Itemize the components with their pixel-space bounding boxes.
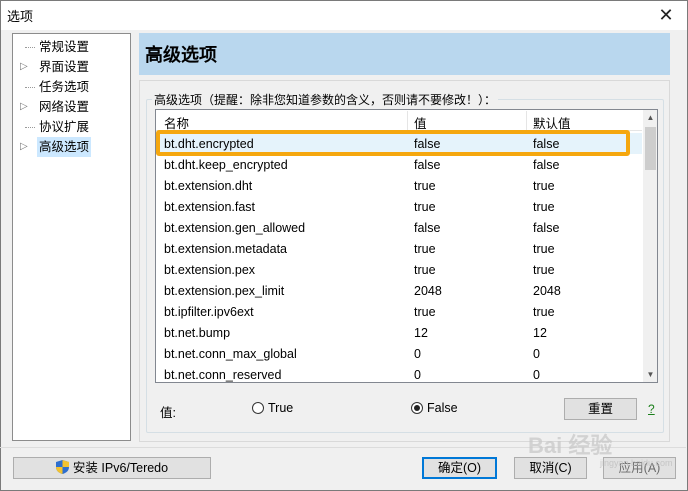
table-row[interactable]: bt.extension.dht true true bbox=[156, 175, 642, 196]
table-row[interactable]: bt.extension.metadata true true bbox=[156, 238, 642, 259]
close-icon[interactable]: ✕ bbox=[651, 2, 681, 28]
vertical-scrollbar[interactable]: ▲ ▼ bbox=[643, 110, 657, 382]
sidebar-tree: 常规设置 ▷ 界面设置 任务选项 ▷ 网络设置 协议扩展 ▷ 高级选项 bbox=[12, 33, 131, 441]
option-value: 0 bbox=[414, 368, 421, 382]
scroll-down-icon[interactable]: ▼ bbox=[643, 367, 657, 382]
sidebar-item-label: 高级选项 bbox=[37, 137, 92, 157]
column-divider[interactable] bbox=[526, 111, 527, 130]
scroll-up-icon[interactable]: ▲ bbox=[643, 110, 657, 125]
option-default: 2048 bbox=[533, 284, 561, 298]
option-default: 0 bbox=[533, 347, 540, 361]
table-row[interactable]: bt.extension.pex true true bbox=[156, 259, 642, 280]
option-value: true bbox=[414, 263, 436, 277]
window-title: 选项 bbox=[7, 9, 34, 24]
sidebar-item-advanced[interactable]: ▷ 高级选项 bbox=[13, 137, 130, 157]
option-value: false bbox=[414, 221, 441, 235]
chevron-right-icon[interactable]: ▷ bbox=[20, 57, 30, 77]
sidebar-item-label: 界面设置 bbox=[39, 60, 90, 74]
reset-button[interactable]: 重置 bbox=[564, 398, 637, 420]
sidebar-item-label: 协议扩展 bbox=[39, 120, 90, 134]
option-name: bt.extension.metadata bbox=[164, 242, 287, 256]
option-value: 2048 bbox=[414, 284, 442, 298]
option-default: false bbox=[533, 221, 560, 235]
title-bar: 选项 ✕ bbox=[1, 1, 687, 30]
list-header: 名称 值 默认值 bbox=[156, 110, 642, 131]
option-value: true bbox=[414, 200, 436, 214]
option-value: false bbox=[414, 158, 441, 172]
table-row[interactable]: bt.extension.fast true true bbox=[156, 196, 642, 217]
column-divider[interactable] bbox=[407, 111, 408, 130]
help-link[interactable]: ? bbox=[648, 402, 655, 416]
sidebar-item-label: 网络设置 bbox=[39, 100, 90, 114]
ok-button[interactable]: 确定(O) bbox=[422, 457, 497, 479]
option-value: true bbox=[414, 179, 436, 193]
option-name: bt.dht.keep_encrypted bbox=[164, 158, 288, 172]
option-name: bt.extension.pex_limit bbox=[164, 284, 285, 298]
highlight-annotation bbox=[156, 130, 630, 156]
sidebar-item-interface[interactable]: ▷ 界面设置 bbox=[13, 57, 130, 77]
option-name: bt.extension.fast bbox=[164, 200, 256, 214]
radio-false-circle[interactable] bbox=[411, 402, 423, 414]
option-value: true bbox=[414, 305, 436, 319]
sidebar-item-network[interactable]: ▷ 网络设置 bbox=[13, 97, 130, 117]
tree-connector bbox=[25, 127, 35, 128]
option-name: bt.extension.gen_allowed bbox=[164, 221, 306, 235]
value-label: 值: bbox=[160, 406, 176, 420]
sidebar-item-general[interactable]: 常规设置 bbox=[13, 37, 130, 57]
option-name: bt.ipfilter.ipv6ext bbox=[164, 305, 254, 319]
radio-true[interactable]: True bbox=[252, 400, 312, 416]
table-row[interactable]: bt.net.conn_reserved 0 0 bbox=[156, 364, 642, 382]
sidebar-item-label: 任务选项 bbox=[39, 80, 90, 94]
install-ipv6-button[interactable]: 安装 IPv6/Teredo bbox=[13, 457, 211, 479]
baidu-watermark: Bai 经验 bbox=[528, 433, 613, 458]
option-name: bt.extension.pex bbox=[164, 263, 256, 277]
option-default: true bbox=[533, 200, 555, 214]
sidebar-item-label: 常规设置 bbox=[39, 40, 90, 54]
radio-false[interactable]: False bbox=[411, 400, 471, 416]
sidebar-item-tasks[interactable]: 任务选项 bbox=[13, 77, 130, 97]
baidu-watermark-url: jingyan.baidu.com bbox=[600, 458, 673, 468]
page-title: 高级选项 bbox=[145, 45, 217, 65]
tree-connector bbox=[25, 47, 35, 48]
sidebar-item-protocol[interactable]: 协议扩展 bbox=[13, 117, 130, 137]
option-name: bt.net.conn_reserved bbox=[164, 368, 282, 382]
install-ipv6-label: 安装 IPv6/Teredo bbox=[72, 461, 169, 475]
cancel-button[interactable]: 取消(C) bbox=[514, 457, 587, 479]
chevron-right-icon[interactable]: ▷ bbox=[20, 137, 30, 157]
group-label: 高级选项（提醒：除非您知道参数的含义，否则请不要修改！）： bbox=[152, 91, 499, 108]
tree-connector bbox=[25, 87, 35, 88]
option-default: 12 bbox=[533, 326, 547, 340]
option-default: true bbox=[533, 242, 555, 256]
chevron-right-icon[interactable]: ▷ bbox=[20, 97, 30, 117]
option-default: true bbox=[533, 305, 555, 319]
table-row[interactable]: bt.net.conn_max_global 0 0 bbox=[156, 343, 642, 364]
option-name: bt.net.bump bbox=[164, 326, 231, 340]
uac-shield-icon bbox=[55, 460, 69, 474]
table-row[interactable]: bt.ipfilter.ipv6ext true true bbox=[156, 301, 642, 322]
option-value: true bbox=[414, 242, 436, 256]
option-default: false bbox=[533, 158, 560, 172]
radio-false-label: False bbox=[427, 401, 458, 415]
table-row[interactable]: bt.net.bump 12 12 bbox=[156, 322, 642, 343]
radio-true-circle[interactable] bbox=[252, 402, 264, 414]
radio-true-label: True bbox=[268, 401, 294, 415]
page-header: 高级选项 bbox=[139, 33, 670, 75]
option-value: 0 bbox=[414, 347, 421, 361]
table-row[interactable]: bt.extension.pex_limit 2048 2048 bbox=[156, 280, 642, 301]
option-name: bt.net.conn_max_global bbox=[164, 347, 297, 361]
option-value: 12 bbox=[414, 326, 428, 340]
table-row[interactable]: bt.dht.keep_encrypted false false bbox=[156, 154, 642, 175]
option-default: true bbox=[533, 179, 555, 193]
option-name: bt.extension.dht bbox=[164, 179, 253, 193]
scroll-thumb[interactable] bbox=[645, 127, 656, 170]
table-row[interactable]: bt.extension.gen_allowed false false bbox=[156, 217, 642, 238]
option-default: 0 bbox=[533, 368, 540, 382]
option-default: true bbox=[533, 263, 555, 277]
